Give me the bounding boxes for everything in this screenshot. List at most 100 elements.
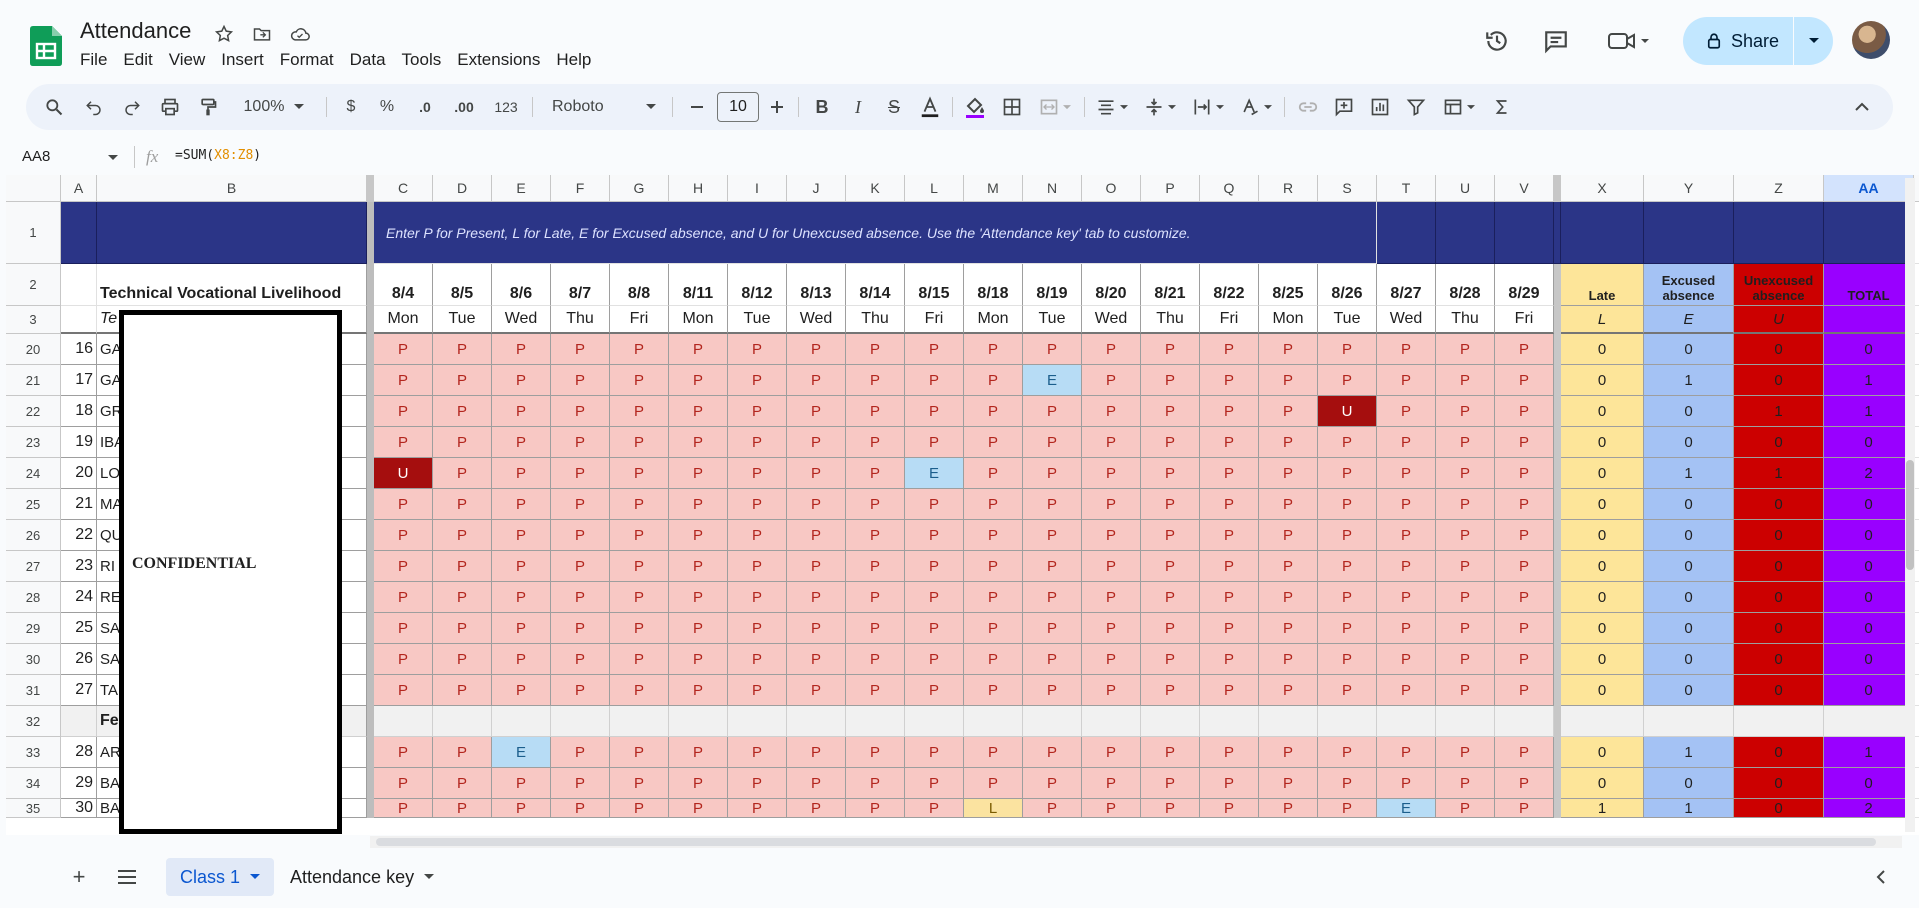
chevron-down-icon[interactable]	[250, 874, 261, 880]
attendance-cell[interactable]: P	[433, 551, 492, 582]
attendance-cell[interactable]: P	[964, 613, 1023, 644]
attendance-cell[interactable]: P	[1023, 675, 1082, 706]
total-count[interactable]: 2	[1824, 458, 1914, 489]
total-count[interactable]: 0	[1824, 613, 1914, 644]
attendance-cell[interactable]: P	[1259, 582, 1318, 613]
share-dropdown-icon[interactable]	[1794, 37, 1833, 45]
attendance-cell[interactable]: P	[787, 365, 846, 396]
increase-font-size-icon[interactable]	[762, 84, 792, 130]
attendance-cell[interactable]: P	[728, 551, 787, 582]
cell-summary-banner[interactable]	[1824, 202, 1914, 264]
attendance-cell[interactable]: P	[787, 427, 846, 458]
attendance-cell[interactable]: P	[1318, 737, 1377, 768]
summary-cell[interactable]	[1644, 706, 1734, 737]
vertical-scroll-thumb[interactable]	[1906, 460, 1914, 570]
cell-banner-tail[interactable]	[1495, 202, 1554, 264]
attendance-cell[interactable]: P	[1082, 365, 1141, 396]
date-header[interactable]: 8/21	[1141, 264, 1200, 306]
attendance-cell[interactable]: P	[433, 334, 492, 365]
attendance-cell[interactable]: P	[846, 613, 905, 644]
date-header[interactable]: 8/22	[1200, 264, 1259, 306]
total-key[interactable]	[1824, 306, 1914, 334]
attendance-cell[interactable]: P	[1495, 396, 1554, 427]
cell-summary-banner[interactable]	[1644, 202, 1734, 264]
attendance-cell[interactable]: P	[787, 737, 846, 768]
total-count[interactable]: 0	[1824, 675, 1914, 706]
attendance-cell[interactable]: P	[374, 489, 433, 520]
excused-count[interactable]: 1	[1644, 458, 1734, 489]
attendance-cell[interactable]: P	[1259, 768, 1318, 799]
attendance-cell[interactable]: P	[1141, 613, 1200, 644]
attendance-cell[interactable]: P	[1436, 489, 1495, 520]
attendance-cell[interactable]: P	[964, 458, 1023, 489]
attendance-cell[interactable]: P	[905, 396, 964, 427]
attendance-cell[interactable]: P	[964, 489, 1023, 520]
attendance-cell[interactable]: P	[1141, 675, 1200, 706]
day-header[interactable]: Wed	[1082, 306, 1141, 334]
date-header[interactable]: 8/8	[610, 264, 669, 306]
attendance-cell[interactable]	[964, 706, 1023, 737]
excused-count[interactable]: 1	[1644, 365, 1734, 396]
late-count[interactable]: 0	[1561, 334, 1644, 365]
row-header-3[interactable]: 3	[6, 306, 61, 334]
cell-A[interactable]	[61, 706, 97, 737]
name-box-chevron-icon[interactable]	[108, 155, 118, 161]
attendance-cell[interactable]: P	[1023, 427, 1082, 458]
day-header[interactable]: Mon	[669, 306, 728, 334]
row-header[interactable]: 27	[6, 551, 61, 582]
attendance-cell[interactable]: P	[846, 737, 905, 768]
attendance-cell[interactable]: P	[964, 551, 1023, 582]
attendance-cell[interactable]: P	[728, 675, 787, 706]
attendance-cell[interactable]: P	[1495, 334, 1554, 365]
row-header[interactable]: 34	[6, 768, 61, 799]
summary-cell[interactable]	[1734, 706, 1824, 737]
attendance-cell[interactable]: P	[433, 458, 492, 489]
attendance-cell[interactable]: P	[374, 365, 433, 396]
attendance-cell[interactable]: P	[787, 768, 846, 799]
insert-chart-icon[interactable]	[1364, 84, 1396, 130]
attendance-cell[interactable]	[669, 706, 728, 737]
attendance-cell[interactable]: P	[1023, 644, 1082, 675]
attendance-cell[interactable]: P	[1495, 551, 1554, 582]
attendance-cell[interactable]: P	[1495, 520, 1554, 551]
attendance-cell[interactable]: P	[1377, 582, 1436, 613]
meet-video-icon[interactable]	[1604, 23, 1654, 59]
column-header-I[interactable]: I	[728, 175, 787, 202]
attendance-cell[interactable]: P	[1495, 365, 1554, 396]
total-count[interactable]: 1	[1824, 365, 1914, 396]
attendance-cell[interactable]: P	[551, 489, 610, 520]
attendance-cell[interactable]: P	[905, 582, 964, 613]
attendance-cell[interactable]: P	[433, 675, 492, 706]
attendance-cell[interactable]: P	[1200, 768, 1259, 799]
date-header[interactable]: 8/20	[1082, 264, 1141, 306]
menu-view[interactable]: View	[161, 48, 214, 72]
attendance-cell[interactable]: P	[1023, 489, 1082, 520]
attendance-cell[interactable]: P	[669, 334, 728, 365]
attendance-cell[interactable]: P	[846, 644, 905, 675]
row-header[interactable]: 31	[6, 675, 61, 706]
total-count[interactable]: 0	[1824, 520, 1914, 551]
day-header[interactable]: Wed	[787, 306, 846, 334]
attendance-cell[interactable]: P	[374, 675, 433, 706]
attendance-cell[interactable]: P	[1023, 551, 1082, 582]
attendance-cell[interactable]: P	[1200, 737, 1259, 768]
date-header[interactable]: 8/6	[492, 264, 551, 306]
attendance-cell[interactable]: P	[1200, 582, 1259, 613]
name-box[interactable]: AA8	[22, 148, 50, 165]
merge-cells-icon[interactable]	[1032, 84, 1078, 130]
attendance-cell[interactable]: P	[1259, 396, 1318, 427]
row-header[interactable]: 20	[6, 334, 61, 365]
attendance-cell[interactable]: P	[492, 427, 551, 458]
attendance-cell[interactable]: P	[1318, 644, 1377, 675]
attendance-cell[interactable]: P	[1377, 334, 1436, 365]
attendance-cell[interactable]: P	[905, 334, 964, 365]
column-header-D[interactable]: D	[433, 175, 492, 202]
date-header[interactable]: 8/7	[551, 264, 610, 306]
summary-cell[interactable]	[1824, 706, 1914, 737]
collapse-toolbar-icon[interactable]	[1846, 84, 1878, 130]
attendance-cell[interactable]: P	[610, 458, 669, 489]
attendance-cell[interactable]: P	[1082, 489, 1141, 520]
attendance-cell[interactable]: P	[964, 427, 1023, 458]
attendance-cell[interactable]: P	[492, 551, 551, 582]
date-header[interactable]: 8/19	[1023, 264, 1082, 306]
